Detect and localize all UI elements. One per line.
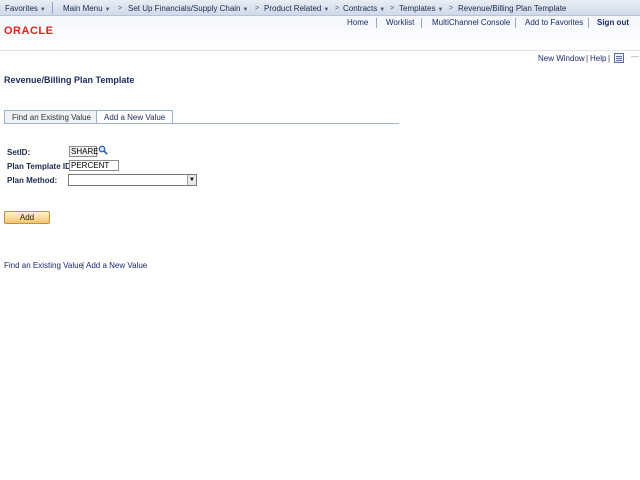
plan-template-id-label: Plan Template ID: [7, 162, 74, 171]
chevron-down-icon[interactable]: ▼ [187, 175, 196, 185]
add-to-favorites-link[interactable]: Add to Favorites [525, 18, 583, 27]
breadcrumb-arrow-icon: > [255, 5, 260, 12]
setid-label: SetID: [7, 148, 31, 157]
breadcrumb-setup-financials[interactable]: Set Up Financials/Supply Chain ▼ [128, 3, 248, 14]
plan-method-label: Plan Method: [7, 176, 58, 185]
main-menu[interactable]: Main Menu ▼ [63, 3, 111, 14]
worklist-link[interactable]: Worklist [386, 18, 414, 27]
header-rule [0, 50, 640, 51]
page-title: Revenue/Billing Plan Template [4, 75, 135, 85]
lookup-search-icon[interactable] [98, 145, 108, 155]
breadcrumb-current-page: Revenue/Billing Plan Template [458, 3, 566, 14]
find-existing-value-link[interactable]: Find an Existing Value [4, 261, 83, 270]
home-link[interactable]: Home [347, 18, 368, 27]
breadcrumb-templates[interactable]: Templates ▼ [399, 3, 443, 14]
breadcrumb-label: Templates [399, 4, 436, 13]
main-menu-label: Main Menu [63, 4, 103, 13]
sign-out-link[interactable]: Sign out [597, 18, 629, 27]
header-divider [588, 18, 589, 28]
setid-field[interactable]: SHARE [69, 146, 99, 157]
customize-page-icon[interactable] [614, 53, 624, 63]
breadcrumb-arrow-icon: > [390, 5, 395, 12]
header-divider [515, 18, 516, 28]
add-new-value-link[interactable]: Add a New Value [86, 261, 147, 270]
favorites-label: Favorites [5, 4, 38, 13]
breadcrumb-label: Set Up Financials/Supply Chain [128, 4, 241, 13]
tab-label: Find an Existing Value [12, 113, 92, 122]
multichannel-console-link[interactable]: MultiChannel Console [432, 18, 510, 27]
plan-template-id-field[interactable]: PERCENT [69, 160, 119, 171]
plan-method-select[interactable]: ▼ [68, 174, 197, 186]
tab-underline [4, 123, 399, 124]
breadcrumb-contracts[interactable]: Contracts ▼ [343, 3, 385, 14]
footer-link-separator: | [82, 261, 85, 270]
breadcrumb-arrow-icon: > [118, 5, 123, 12]
header-divider [421, 18, 422, 28]
chevron-down-icon: ▼ [242, 7, 249, 13]
breadcrumb-label: Revenue/Billing Plan Template [458, 4, 567, 13]
utility-separator: | [608, 54, 611, 63]
utility-dash: — [631, 52, 639, 61]
tab-label: Add a New Value [104, 113, 166, 122]
chevron-down-icon: ▼ [104, 7, 111, 13]
help-link[interactable]: Help [590, 54, 606, 63]
breadcrumb-product-related[interactable]: Product Related ▼ [264, 3, 329, 14]
breadcrumb-label: Product Related [264, 4, 322, 13]
utility-separator: | [586, 54, 589, 63]
chevron-down-icon: ▼ [323, 7, 330, 13]
chevron-down-icon: ▼ [437, 7, 444, 13]
breadcrumb-arrow-icon: > [449, 5, 454, 12]
add-button[interactable]: Add [4, 211, 50, 224]
chevron-down-icon: ▼ [379, 7, 386, 13]
header-divider [376, 18, 377, 28]
nav-divider [52, 2, 53, 14]
breadcrumb-label: Contracts [343, 4, 378, 13]
oracle-logo: ORACLE [4, 25, 54, 37]
breadcrumb-arrow-icon: > [335, 5, 340, 12]
new-window-link[interactable]: New Window [538, 54, 585, 63]
top-navigation-bar: Favorites ▼ Main Menu ▼ > Set Up Financial… [0, 0, 640, 16]
tab-find-existing-value[interactable]: Find an Existing Value [4, 110, 100, 124]
tab-add-new-value[interactable]: Add a New Value [96, 110, 174, 124]
favorites-menu[interactable]: Favorites ▼ [5, 3, 46, 14]
chevron-down-icon: ▼ [39, 7, 46, 13]
